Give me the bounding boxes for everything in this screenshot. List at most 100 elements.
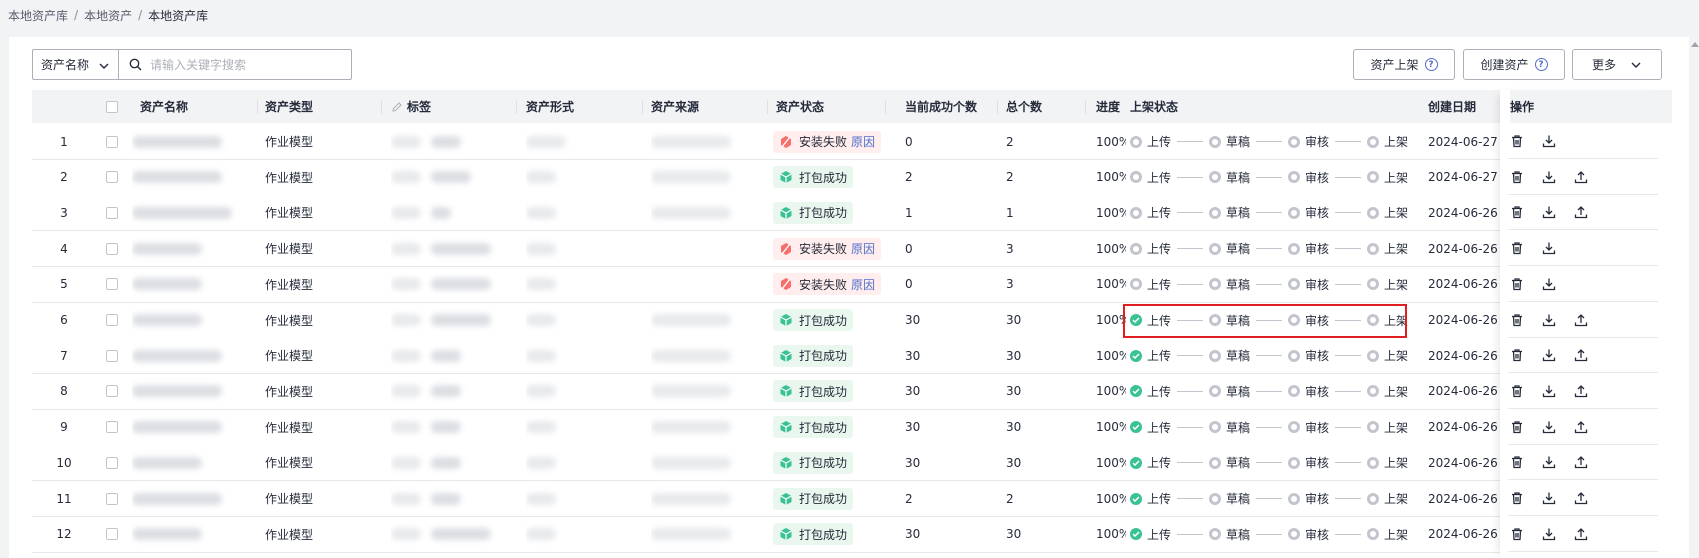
column-header-source[interactable]: 资产来源 (651, 90, 768, 123)
row-checkbox[interactable] (106, 338, 118, 373)
scrollbar[interactable] (1691, 40, 1699, 558)
row-checkbox[interactable] (106, 374, 118, 409)
delete-icon[interactable] (1508, 489, 1526, 507)
download-icon[interactable] (1540, 418, 1558, 436)
upload-icon[interactable] (1572, 382, 1590, 400)
column-header-status[interactable]: 资产状态 (776, 90, 886, 123)
download-icon[interactable] (1540, 203, 1558, 221)
column-header-listing-status[interactable]: 上架状态 (1130, 90, 1442, 123)
upload-icon[interactable] (1572, 453, 1590, 471)
table-row[interactable]: 11作业模型打包成功22100%上传草稿审核上架2024-06-26 1 (32, 481, 1662, 517)
delete-icon[interactable] (1508, 168, 1526, 186)
table-row[interactable]: 8作业模型打包成功3030100%上传草稿审核上架2024-06-26 1 (32, 373, 1662, 410)
delete-icon[interactable] (1508, 453, 1526, 471)
row-checkbox[interactable] (106, 231, 118, 266)
row-checkbox[interactable] (106, 303, 118, 338)
row-checkbox[interactable] (106, 124, 118, 159)
delete-icon[interactable] (1508, 132, 1526, 150)
table-row[interactable]: 6作业模型打包成功3030100%上传草稿审核上架2024-06-26 1 (32, 302, 1662, 339)
column-header-type[interactable]: 资产类型 (265, 90, 382, 123)
download-icon[interactable] (1540, 168, 1558, 186)
more-button[interactable]: 更多 (1572, 49, 1662, 80)
table-row[interactable]: 5作业模型安装失败原因03100%上传草稿审核上架2024-06-26 1 (32, 266, 1662, 303)
delete-icon[interactable] (1508, 346, 1526, 364)
asset-name-blurred[interactable] (132, 195, 250, 230)
table-row[interactable]: 4作业模型安装失败原因03100%上传草稿审核上架2024-06-26 1 (32, 231, 1662, 268)
download-icon[interactable] (1540, 346, 1558, 364)
table-row[interactable]: 1作业模型安装失败原因02100%上传草稿审核上架2024-06-27 2 (32, 124, 1662, 160)
download-icon[interactable] (1540, 525, 1558, 543)
table-row[interactable]: 12作业模型打包成功3030100%上传草稿审核上架2024-06-26 1 (32, 516, 1662, 553)
row-checkbox[interactable] (106, 160, 118, 195)
search-input[interactable] (150, 57, 340, 72)
asset-name-blurred[interactable] (132, 445, 250, 480)
download-icon[interactable] (1540, 382, 1558, 400)
row-checkbox[interactable] (106, 445, 118, 480)
status-text: 打包成功 (799, 206, 848, 221)
table-row[interactable]: 2作业模型打包成功22100%上传草稿审核上架2024-06-27 1 (32, 159, 1662, 196)
row-checkbox[interactable] (106, 267, 118, 302)
upload-icon[interactable] (1572, 311, 1590, 329)
step-dot-icon (1288, 171, 1301, 184)
asset-name-blurred[interactable] (132, 160, 250, 195)
help-icon[interactable]: ? (1424, 58, 1438, 71)
table-row[interactable]: 10作业模型打包成功3030100%上传草稿审核上架2024-06-26 1 (32, 445, 1662, 482)
column-header-form[interactable]: 资产形式 (526, 90, 643, 123)
reason-link[interactable]: 原因 (851, 240, 875, 257)
table-row[interactable]: 3作业模型打包成功11100%上传草稿审核上架2024-06-26 1 (32, 195, 1662, 232)
download-icon[interactable] (1540, 311, 1558, 329)
delete-icon[interactable] (1508, 382, 1526, 400)
asset-name-blurred[interactable] (132, 517, 250, 552)
upload-icon[interactable] (1572, 489, 1590, 507)
delete-icon[interactable] (1508, 203, 1526, 221)
upload-icon[interactable] (1572, 168, 1590, 186)
upload-icon[interactable] (1572, 203, 1590, 221)
row-checkbox[interactable] (106, 195, 118, 230)
table-row[interactable]: 7作业模型打包成功3030100%上传草稿审核上架2024-06-26 1 (32, 338, 1662, 375)
reason-link[interactable]: 原因 (851, 133, 875, 150)
row-checkbox[interactable] (106, 517, 118, 552)
column-header-tags[interactable]: 标签 (391, 90, 517, 123)
create-asset-button[interactable]: 创建资产 ? (1463, 49, 1565, 80)
column-header-total[interactable]: 总个数 (1006, 90, 1086, 123)
upload-icon[interactable] (1572, 418, 1590, 436)
row-checkbox[interactable] (106, 481, 118, 516)
step-connector (1335, 283, 1362, 285)
download-icon[interactable] (1540, 239, 1558, 257)
column-header-success-count[interactable]: 当前成功个数 (905, 90, 998, 123)
select-all-checkbox[interactable] (106, 90, 118, 123)
breadcrumb-item-library[interactable]: 本地资产库 (8, 7, 68, 24)
install-failed-icon (781, 278, 791, 291)
asset-name-blurred[interactable] (132, 374, 250, 409)
download-icon[interactable] (1540, 275, 1558, 293)
filter-field-select[interactable]: 资产名称 (32, 49, 119, 80)
delete-icon[interactable] (1508, 311, 1526, 329)
delete-icon[interactable] (1508, 418, 1526, 436)
delete-icon[interactable] (1508, 275, 1526, 293)
install-failed-icon (781, 135, 791, 148)
row-checkbox[interactable] (106, 410, 118, 445)
upload-icon[interactable] (1572, 525, 1590, 543)
progress-value: 100% (1096, 527, 1126, 542)
asset-name-blurred[interactable] (132, 338, 250, 373)
reason-link[interactable]: 原因 (851, 276, 875, 293)
help-icon[interactable]: ? (1534, 58, 1548, 71)
download-icon[interactable] (1540, 132, 1558, 150)
delete-icon[interactable] (1508, 525, 1526, 543)
asset-name-blurred[interactable] (132, 267, 250, 302)
column-header-name[interactable]: 资产名称 (140, 90, 258, 123)
delete-icon[interactable] (1508, 239, 1526, 257)
step-dot-icon (1209, 421, 1222, 434)
download-icon[interactable] (1540, 453, 1558, 471)
download-icon[interactable] (1540, 489, 1558, 507)
asset-name-blurred[interactable] (132, 231, 250, 266)
scroll-up-icon[interactable] (1691, 42, 1699, 47)
breadcrumb-item-assets[interactable]: 本地资产 (84, 7, 132, 24)
upload-icon[interactable] (1572, 346, 1590, 364)
asset-name-blurred[interactable] (132, 481, 250, 516)
asset-name-blurred[interactable] (132, 410, 250, 445)
publish-asset-button[interactable]: 资产上架 ? (1353, 49, 1455, 80)
asset-name-blurred[interactable] (132, 124, 250, 159)
table-row[interactable]: 9作业模型打包成功3030100%上传草稿审核上架2024-06-26 1 (32, 409, 1662, 446)
asset-name-blurred[interactable] (132, 303, 250, 338)
